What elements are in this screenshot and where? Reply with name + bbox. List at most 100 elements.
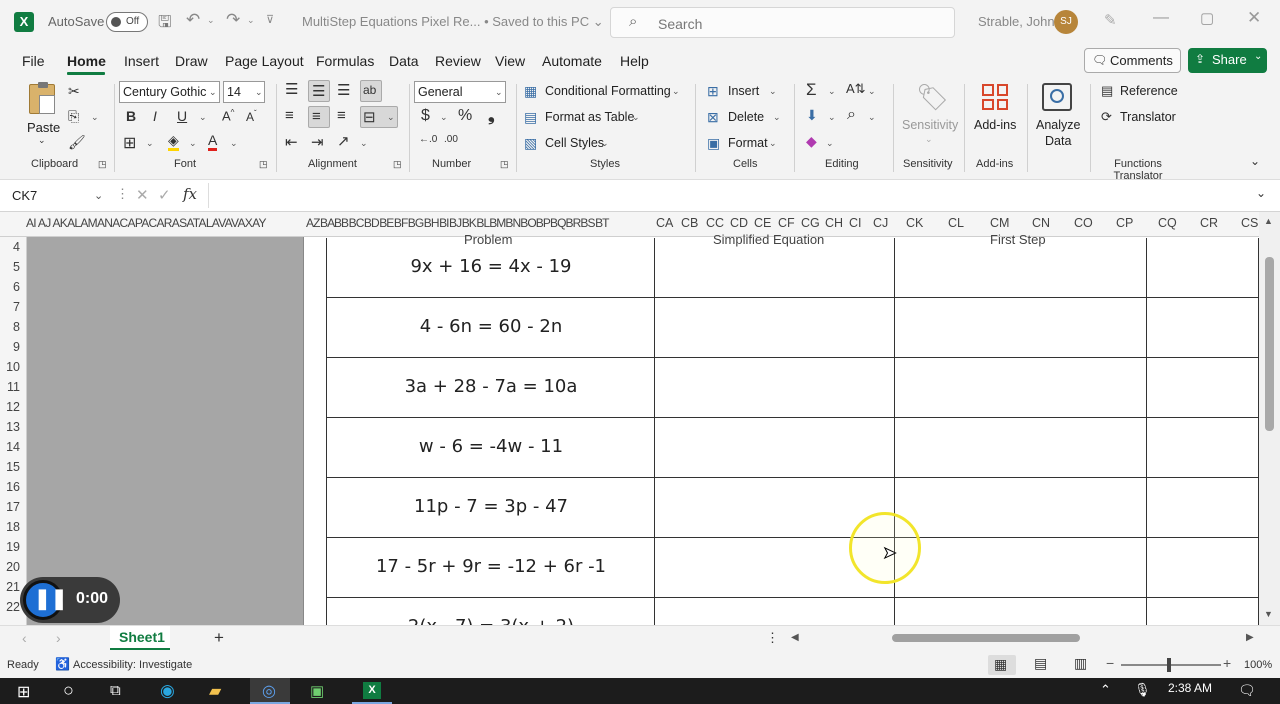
avatar[interactable]: SJ	[1054, 10, 1078, 34]
row-header[interactable]: 8	[0, 320, 20, 334]
cancel-entry-icon[interactable]: ✕	[136, 186, 149, 204]
expand-formula-icon[interactable]: ⌄	[1256, 186, 1266, 200]
row-header[interactable]: 5	[0, 260, 20, 274]
orientation-dropdown-icon[interactable]: ⌄	[360, 138, 368, 149]
currency-dropdown-icon[interactable]: ⌄	[440, 112, 448, 123]
fill-dropdown-icon[interactable]: ⌄	[828, 112, 836, 123]
horizontal-scrollbar[interactable]	[806, 631, 1242, 645]
align-bottom-icon[interactable]: ☰	[337, 81, 350, 99]
increase-decimal-icon[interactable]: ←.0	[419, 134, 437, 145]
comma-style-icon[interactable]: ❟	[488, 106, 495, 126]
format-cells-button[interactable]: ▣ Format ⌄	[707, 135, 782, 155]
decrease-decimal-icon[interactable]: .00	[444, 134, 458, 145]
menu-file[interactable]: File	[22, 53, 45, 69]
normal-view-button[interactable]: ▦	[988, 655, 1016, 675]
align-top-icon[interactable]: ☰	[285, 80, 298, 98]
clipboard-launcher-icon[interactable]: ◳	[98, 159, 107, 170]
row-header[interactable]: 16	[0, 480, 20, 494]
menu-help[interactable]: Help	[620, 53, 649, 69]
row-header[interactable]: 13	[0, 420, 20, 434]
row-header[interactable]: 21	[0, 580, 20, 594]
align-left-icon[interactable]: ≡	[285, 107, 294, 124]
addins-button[interactable]: Add-ins	[970, 80, 1022, 156]
add-sheet-icon[interactable]: +	[214, 628, 224, 648]
increase-indent-icon[interactable]: ⇥	[311, 133, 324, 151]
menu-data[interactable]: Data	[389, 53, 419, 69]
clear-icon[interactable]: ◆	[806, 133, 817, 150]
zoom-slider[interactable]	[1121, 658, 1221, 672]
decrease-indent-icon[interactable]: ⇤	[285, 133, 298, 151]
orientation-icon[interactable]: ↗	[337, 132, 350, 150]
sheet-tab-sheet1[interactable]: Sheet1	[110, 626, 170, 650]
clear-dropdown-icon[interactable]: ⌄	[826, 138, 834, 149]
row-header[interactable]: 12	[0, 400, 20, 414]
fill-color-dropdown-icon[interactable]: ⌄	[189, 138, 197, 149]
row-header[interactable]: 18	[0, 520, 20, 534]
copy-icon[interactable]: ⎘	[68, 108, 79, 125]
sort-filter-icon[interactable]: A⇅	[846, 81, 866, 97]
taskbar-clock[interactable]: 2:38 AM	[1168, 681, 1212, 695]
comments-button[interactable]: 🗨 Comments	[1084, 48, 1181, 73]
sort-filter-dropdown-icon[interactable]: ⌄	[868, 86, 876, 97]
equation-cell[interactable]: 3a + 28 - 7a = 10a	[328, 376, 654, 397]
font-name-select[interactable]: Century Gothic ⌄	[119, 81, 220, 103]
row-header[interactable]: 15	[0, 460, 20, 474]
close-icon[interactable]: ✕	[1247, 8, 1261, 28]
menu-formulas[interactable]: Formulas	[316, 53, 374, 69]
equation-cell[interactable]: 11p - 7 = 3p - 47	[328, 496, 654, 517]
windows-start-icon[interactable]: ⊞	[17, 682, 30, 702]
equation-cell[interactable]: 9x + 16 = 4x - 19	[328, 256, 654, 277]
increase-font-icon[interactable]: A^	[222, 108, 234, 123]
find-select-icon[interactable]: ⌕	[847, 106, 856, 124]
equation-cell[interactable]: 2(x - 7) = 3(x + 2)	[328, 616, 654, 625]
row-header[interactable]: 4	[0, 240, 20, 254]
designer-icon[interactable]: ✎	[1104, 11, 1117, 29]
conditional-formatting-button[interactable]: ▦ Conditional Formatting ⌄	[524, 83, 684, 103]
percent-icon[interactable]: %	[458, 107, 472, 125]
pause-button[interactable]: ❚❚	[23, 580, 68, 620]
redo-dropdown-icon[interactable]: ⌄	[247, 15, 255, 26]
menu-page-layout[interactable]: Page Layout	[225, 53, 304, 69]
row-header[interactable]: 7	[0, 300, 20, 314]
collapse-ribbon-icon[interactable]: ⌄	[1250, 154, 1260, 168]
recorder-pill[interactable]: ❚❚ 0:00	[20, 577, 120, 623]
font-color-icon[interactable]: A	[208, 133, 218, 151]
find-select-dropdown-icon[interactable]: ⌄	[868, 112, 876, 123]
zoom-in-icon[interactable]: +	[1223, 655, 1231, 671]
zoom-out-icon[interactable]: −	[1106, 655, 1114, 671]
screen-recorder-app[interactable]: ◎	[250, 678, 290, 704]
taskbar-search-icon[interactable]: ○	[63, 680, 74, 701]
borders-icon[interactable]: ⊞	[123, 133, 136, 153]
row-header[interactable]: 14	[0, 440, 20, 454]
minimize-icon[interactable]: —	[1153, 9, 1169, 27]
customize-toolbar-icon[interactable]: ⊽	[266, 13, 274, 26]
excel-taskbar-app[interactable]: X	[352, 678, 392, 704]
equation-cell[interactable]: w - 6 = -4w - 11	[328, 436, 654, 457]
user-name[interactable]: Strable, John	[978, 14, 1055, 29]
wrap-text-button[interactable]: ab	[360, 80, 382, 102]
borders-dropdown-icon[interactable]: ⌄	[146, 138, 154, 149]
decrease-font-icon[interactable]: Aˇ	[246, 109, 257, 124]
scroll-left-icon[interactable]: ◀	[791, 632, 799, 643]
camera-app-icon[interactable]: ▣	[310, 682, 324, 700]
name-box[interactable]: CK7 ⌄	[6, 185, 109, 207]
alignment-launcher-icon[interactable]: ◳	[393, 159, 402, 170]
menu-draw[interactable]: Draw	[175, 53, 208, 69]
undo-dropdown-icon[interactable]: ⌄	[207, 15, 215, 26]
scroll-right-icon[interactable]: ▶	[1246, 632, 1254, 643]
undo-icon[interactable]: ↶	[186, 10, 200, 30]
copy-dropdown-icon[interactable]: ⌄	[91, 112, 99, 123]
menu-insert[interactable]: Insert	[124, 53, 159, 69]
notifications-icon[interactable]: 🗨	[1238, 682, 1256, 699]
number-launcher-icon[interactable]: ◳	[500, 159, 509, 170]
accessibility-icon[interactable]: ♿	[55, 657, 70, 671]
file-explorer-icon[interactable]: ▰	[209, 681, 221, 701]
page-break-view-icon[interactable]: ▥	[1074, 655, 1087, 672]
menu-home[interactable]: Home	[67, 53, 106, 69]
currency-icon[interactable]: $	[421, 107, 430, 125]
vertical-scroll-thumb[interactable]	[1265, 257, 1274, 431]
row-header[interactable]: 10	[0, 360, 20, 374]
redo-icon[interactable]: ↷	[226, 10, 240, 30]
scroll-up-icon[interactable]: ▲	[1264, 216, 1273, 226]
sensitivity-button[interactable]: 🏷 Sensitivity ⌄	[898, 80, 960, 156]
